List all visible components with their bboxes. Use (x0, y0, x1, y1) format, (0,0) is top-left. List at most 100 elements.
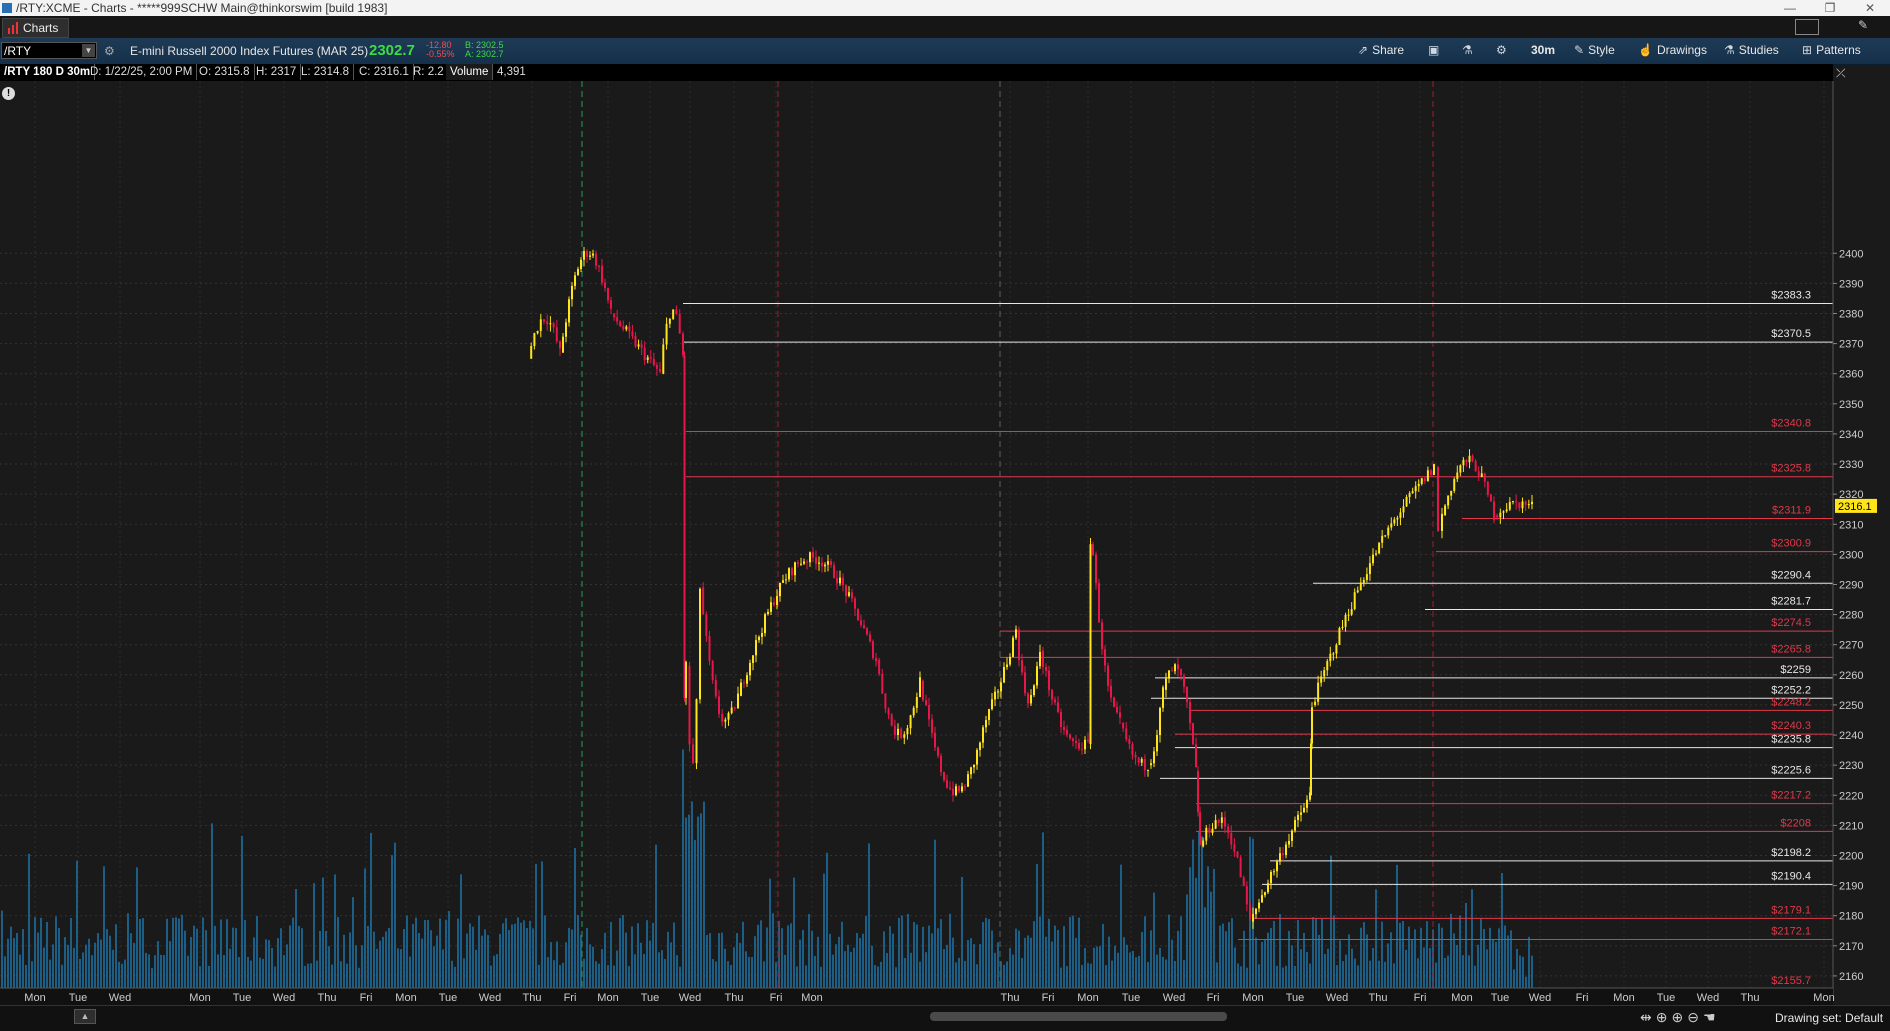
volume-bar (511, 924, 513, 998)
restore-button[interactable]: ❐ (1815, 0, 1845, 16)
candle-body (1186, 686, 1188, 703)
volume-bar (1321, 918, 1323, 998)
candle-body (1433, 464, 1435, 475)
candle-body (1024, 672, 1026, 694)
minimize-button[interactable]: — (1775, 0, 1805, 16)
candle-body (1477, 471, 1480, 477)
settings-button[interactable]: ⚙ (1496, 43, 1511, 57)
candle-body (1314, 701, 1317, 705)
candle-body (848, 592, 850, 596)
candle-body (1205, 827, 1208, 841)
time-tick-label: Mon (1242, 992, 1263, 1004)
expand-panel-button[interactable]: ▲ (74, 1009, 96, 1024)
volume-bar (742, 921, 744, 998)
alert-icon[interactable]: ! (2, 87, 15, 100)
studies-button[interactable]: ⚗ Studies (1724, 43, 1779, 57)
hand-icon[interactable]: ☚ (1703, 1009, 1720, 1025)
volume-bar (244, 920, 246, 998)
volume-bar (685, 817, 687, 998)
volume-bar (697, 816, 699, 998)
drawings-button[interactable]: ☝ Drawings (1638, 43, 1707, 57)
close-button[interactable]: ✕ (1855, 0, 1885, 16)
candle-body (546, 321, 549, 325)
volume-bar (1189, 867, 1191, 998)
candle-body (1480, 473, 1483, 477)
pan-arrows-icon[interactable]: ⇹ (1640, 1009, 1656, 1025)
crosshair-icon[interactable]: ⊕ (1656, 1009, 1672, 1025)
volume-bar (766, 927, 768, 998)
volume-bar (841, 921, 843, 998)
time-tick-label: Fri (1414, 992, 1427, 1004)
candle-body (1291, 830, 1293, 841)
candle-body (565, 322, 567, 337)
candle-body (1453, 479, 1456, 491)
volume-bar (1504, 925, 1506, 998)
volume-bar (469, 923, 471, 998)
candle-body (568, 299, 570, 323)
candle-body (1107, 665, 1109, 686)
candle-body (1273, 871, 1275, 873)
volume-bar (769, 878, 771, 998)
candle-body (1320, 676, 1323, 683)
candle-body (1101, 622, 1103, 650)
chevron-down-icon[interactable]: ▼ (82, 44, 95, 57)
time-scrollbar[interactable] (930, 1012, 1227, 1021)
candle-body (976, 749, 978, 765)
zoom-in-icon[interactable]: ⊕ (1671, 1009, 1687, 1025)
volume-bar (10, 926, 12, 998)
candle-body (761, 633, 763, 637)
candle-body (815, 557, 817, 564)
share-button[interactable]: ⇗ Share (1358, 43, 1404, 57)
window-layout-icon[interactable] (1795, 19, 1819, 35)
volume-bar (1231, 918, 1233, 998)
candle-body (640, 344, 643, 348)
time-tick-label: Wed (1697, 992, 1719, 1004)
price-level-label: $2155.7 (1771, 975, 1811, 987)
symbol-input[interactable]: /RTY ▼ (1, 42, 97, 59)
time-tick-label: Wed (1326, 992, 1348, 1004)
volume-bar (1426, 921, 1428, 998)
time-tick-label: Wed (1163, 992, 1185, 1004)
time-tick-label: Wed (479, 992, 501, 1004)
candle-body (1021, 660, 1023, 673)
snapshot-button[interactable]: ▣ (1428, 43, 1443, 57)
bar-high: H: 2317 (252, 64, 302, 80)
candle-body (812, 552, 814, 558)
candle-body (577, 269, 579, 276)
volume-bar (337, 917, 339, 998)
bottom-bar: ▲ ⇹⊕⊕⊖☚ Drawing set: Default (0, 1005, 1890, 1031)
style-button[interactable]: ✎ Style (1574, 43, 1615, 57)
price-chart[interactable]: $2383.3 $2370.5 $2340.8 $2325.8 $2311.9 $2300… (0, 81, 1890, 1005)
volume-bar (610, 922, 612, 998)
flask-button[interactable]: ⚗ (1462, 43, 1477, 57)
price-axis-bg (1833, 81, 1890, 1005)
zoom-tools[interactable]: ⇹⊕⊕⊖☚ (1640, 1009, 1720, 1026)
candle-body (827, 561, 829, 565)
volume-bar (577, 915, 579, 998)
window-title: /RTY:XCME - Charts - *****999SCHW Main@t… (16, 1, 388, 15)
zoom-out-icon[interactable]: ⊖ (1687, 1009, 1703, 1025)
volume-bar (142, 918, 144, 998)
candle-body (890, 714, 893, 726)
volume-bar (889, 926, 891, 998)
candle-body (755, 640, 757, 656)
candle-body (1512, 501, 1514, 503)
price-tick-label: 2310 (1839, 519, 1863, 531)
patterns-button[interactable]: ⊞ Patterns (1802, 43, 1861, 57)
tab-charts[interactable]: Charts (2, 18, 70, 38)
window-title-bar: /RTY:XCME - Charts - *****999SCHW Main@t… (0, 0, 1890, 16)
volume-bar (1333, 915, 1335, 998)
volume-bar (823, 873, 825, 998)
candle-body (1300, 812, 1302, 815)
volume-bar (394, 842, 396, 998)
volume-bar (478, 915, 480, 998)
candle-body (1402, 506, 1405, 513)
patterns-icon: ⊞ (1802, 43, 1813, 57)
volume-bar (982, 922, 984, 998)
volume-bar (655, 844, 657, 998)
pin-icon[interactable]: ✎ (1858, 18, 1868, 32)
link-icon[interactable]: ⚙ (104, 44, 115, 58)
collapse-axis-icon[interactable]: ⤫ (1836, 66, 1846, 81)
candle-body (1447, 495, 1450, 506)
timeframe-button[interactable]: 30m (1531, 43, 1555, 57)
